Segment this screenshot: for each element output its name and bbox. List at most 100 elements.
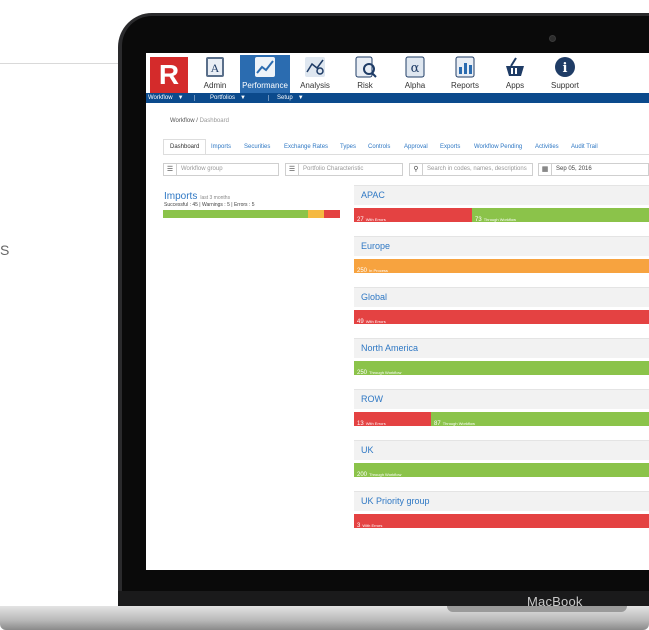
segment-count: 250 <box>357 268 368 273</box>
imports-title[interactable]: Imports last 3 months <box>164 191 230 202</box>
region-name[interactable]: North America <box>361 343 418 353</box>
region-bar-segment[interactable]: 27 With Errors <box>354 208 472 222</box>
date-picker[interactable]: ▦ Sep 05, 2016 <box>538 163 649 176</box>
region-status-bar: 13 With Errors 87 Through Workflow <box>354 412 649 426</box>
workflow-group-select[interactable]: ☰ Workflow group <box>163 163 279 176</box>
tab-controls[interactable]: Controls <box>368 139 390 155</box>
segment-count: 73 <box>475 217 482 222</box>
region-status-bar: 3 With Errors <box>354 514 649 528</box>
segment-count: 27 <box>357 217 364 222</box>
laptop-screen: R A Admin Performance Analysis Risk α Al… <box>146 53 649 570</box>
portfolio-characteristic-select[interactable]: ☰ Portfolio Characteristic <box>285 163 403 176</box>
region-status-bar: 27 With Errors 73 Through Workflow <box>354 208 649 222</box>
module-performance[interactable]: Performance <box>240 55 290 93</box>
breadcrumb-current: Dashboard <box>199 118 229 124</box>
region-name[interactable]: UK <box>361 445 374 455</box>
region-name[interactable]: UK Priority group <box>361 496 430 506</box>
region-header: Global <box>354 287 649 307</box>
module-support[interactable]: i Support <box>540 55 590 93</box>
menu-workflow[interactable]: Workflow ▼ <box>148 93 184 103</box>
module-reports[interactable]: Reports <box>440 55 490 93</box>
tab-dashboard[interactable]: Dashboard <box>163 139 207 155</box>
region-bar-segment[interactable]: 200 Through Workflow <box>354 463 649 477</box>
module-alpha[interactable]: α Alpha <box>390 55 440 93</box>
region-header: ROW <box>354 389 649 409</box>
segment-label: With Errors <box>362 523 383 528</box>
tab-divider <box>163 154 649 155</box>
tab-exchange-rates[interactable]: Exchange Rates <box>284 139 328 155</box>
region-name[interactable]: Global <box>361 292 387 302</box>
module-admin[interactable]: A Admin <box>190 55 240 93</box>
region-status-bar: 250 In Process <box>354 259 649 273</box>
tab-securities[interactable]: Securities <box>244 139 270 155</box>
menu-setup-label: Setup <box>277 95 293 101</box>
module-analysis[interactable]: Analysis <box>290 55 340 93</box>
calendar-icon: ▦ <box>539 164 552 175</box>
menu-portfolios[interactable]: Portfolios ▼ <box>210 93 246 103</box>
portfolio-characteristic-placeholder: Portfolio Characteristic <box>303 166 364 172</box>
region-status-bar: 250 Through Workflow <box>354 361 649 375</box>
camera-icon <box>549 35 556 42</box>
segment-label: In Process <box>369 268 388 273</box>
region-name[interactable]: APAC <box>361 190 385 200</box>
svg-text:i: i <box>563 61 568 76</box>
performance-chart-icon <box>255 57 275 77</box>
region-bar-segment[interactable]: 13 With Errors <box>354 412 431 426</box>
tab-imports[interactable]: Imports <box>211 139 231 155</box>
region-bar-segment[interactable]: 87 Through Workflow <box>431 412 649 426</box>
tab-types[interactable]: Types <box>340 139 356 155</box>
menu-workflow-label: Workflow <box>148 95 173 101</box>
region-bar-segment[interactable]: 250 In Process <box>354 259 649 273</box>
breadcrumb-separator: / <box>196 118 198 124</box>
region-bar-segment[interactable]: 49 With Errors <box>354 310 649 324</box>
app-logo[interactable]: R <box>150 57 188 94</box>
module-performance-label: Performance <box>242 81 288 90</box>
tab-audit-trail[interactable]: Audit Trail <box>571 139 598 155</box>
search-placeholder: Search in codes, names, descriptions <box>427 166 527 172</box>
menu-setup[interactable]: Setup ▼ <box>277 93 304 103</box>
imports-period: last 3 months <box>200 195 231 201</box>
region-bar-segment[interactable]: 3 With Errors <box>354 514 649 528</box>
region-card: UK 200 Through Workflow <box>354 440 649 480</box>
segment-label: Through Workflow <box>369 370 402 375</box>
region-header: APAC <box>354 185 649 205</box>
tab-approval[interactable]: Approval <box>404 139 428 155</box>
imports-bar-errors[interactable] <box>324 210 340 218</box>
region-header: Europe <box>354 236 649 256</box>
module-apps[interactable]: Apps <box>490 55 540 93</box>
region-card: ROW 13 With Errors 87 Through Workflow <box>354 389 649 429</box>
breadcrumb-root[interactable]: Workflow <box>170 118 195 124</box>
module-analysis-label: Analysis <box>300 81 330 90</box>
stage: S R A Admin Performance Analysis Risk α … <box>0 0 649 630</box>
module-risk[interactable]: Risk <box>340 55 390 93</box>
region-card: APAC 27 With Errors 73 Through Workflow <box>354 185 649 225</box>
chevron-down-icon: ▼ <box>177 95 184 101</box>
imports-bar-successful[interactable] <box>163 210 308 218</box>
support-info-icon: i <box>555 57 575 77</box>
imports-bar-warnings[interactable] <box>308 210 324 218</box>
module-reports-label: Reports <box>450 81 479 90</box>
region-header: UK Priority group <box>354 491 649 511</box>
background-text: S <box>0 242 10 258</box>
reports-icon <box>455 56 475 78</box>
segment-count: 87 <box>434 421 441 426</box>
region-bar-segment[interactable]: 73 Through Workflow <box>472 208 649 222</box>
region-card: North America 250 Through Workflow <box>354 338 649 378</box>
region-card: UK Priority group 3 With Errors <box>354 491 649 531</box>
main-menu-bar: Workflow ▼ Portfolios ▼ Setup ▼ <box>146 93 649 103</box>
tab-exports[interactable]: Exports <box>440 139 460 155</box>
tab-activities[interactable]: Activities <box>535 139 559 155</box>
imports-title-text: Imports <box>164 191 198 202</box>
list-icon: ☰ <box>286 164 299 175</box>
segment-label: Through Workflow <box>442 421 476 426</box>
tab-workflow-pending[interactable]: Workflow Pending <box>474 139 522 155</box>
module-alpha-label: Alpha <box>404 81 426 90</box>
region-name[interactable]: Europe <box>361 241 390 251</box>
laptop-base-notch <box>447 606 627 612</box>
search-input[interactable]: ⚲ Search in codes, names, descriptions <box>409 163 533 176</box>
region-name[interactable]: ROW <box>361 394 383 404</box>
menu-separator <box>194 95 195 101</box>
segment-count: 13 <box>357 421 364 426</box>
menu-separator <box>268 95 269 101</box>
region-bar-segment[interactable]: 250 Through Workflow <box>354 361 649 375</box>
